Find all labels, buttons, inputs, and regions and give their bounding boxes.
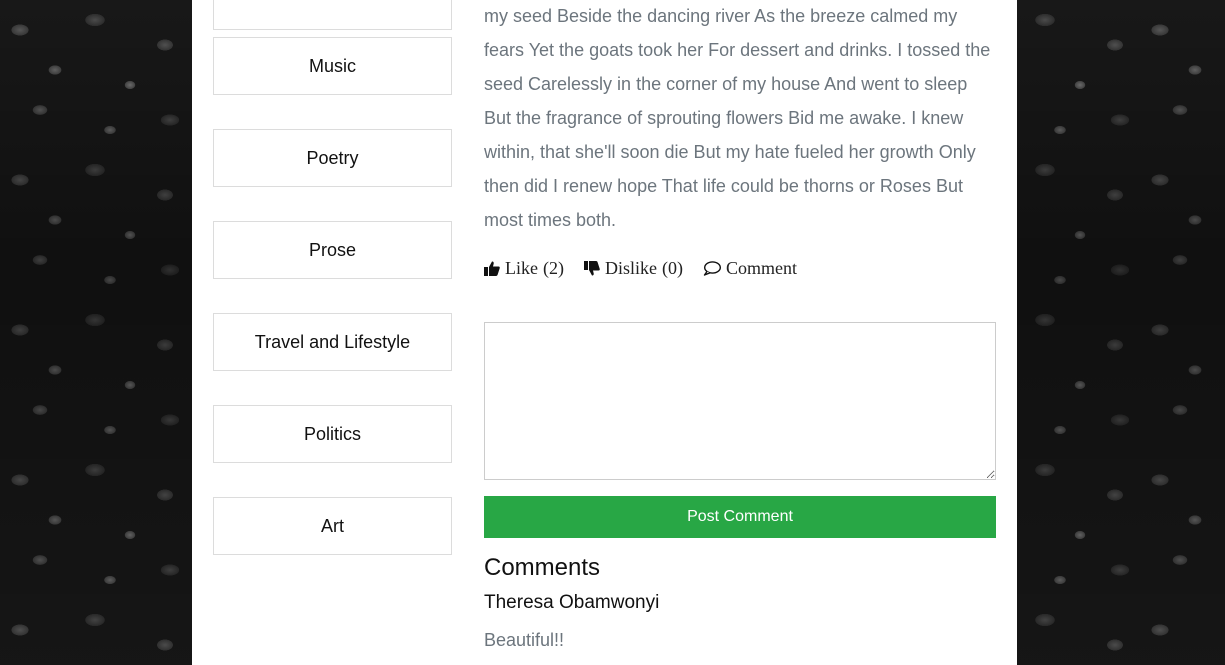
category-prose[interactable]: Prose [213,221,452,279]
content-panel: Music Poetry Prose Travel and Lifestyle … [192,0,1017,665]
category-label: Travel and Lifestyle [254,331,411,352]
category-politics[interactable]: Politics [213,405,452,463]
article-text: my seed Beside the dancing river As the … [484,6,991,230]
category-poetry[interactable]: Poetry [213,129,452,187]
category-label: Poetry [306,147,359,168]
comment-button[interactable]: Comment [703,258,797,279]
category-label: Politics [303,423,361,444]
comments-heading: Comments [484,554,601,581]
comment-author: Theresa Obamwonyi [484,592,660,613]
category-label: Art [320,515,344,536]
category-label: Prose [308,239,357,260]
speech-bubble-icon [703,261,721,276]
category-music[interactable]: Music [213,37,452,95]
thumbs-down-icon [584,261,600,276]
category-travel-and-lifestyle[interactable]: Travel and Lifestyle [213,313,452,371]
like-count: (2) [543,258,564,278]
dislike-label: Dislike [605,258,657,278]
category-art[interactable]: Art [213,497,452,555]
comment-textarea[interactable] [484,322,996,480]
category-label: Music [308,55,356,76]
dislike-button[interactable]: Dislike (0) [584,258,683,279]
like-button[interactable]: Like (2) [484,258,564,279]
like-label: Like [505,258,538,278]
thumbs-up-icon [484,261,500,276]
post-comment-button[interactable]: Post Comment [484,496,996,538]
dislike-count: (0) [662,258,683,278]
comment-text: Beautiful!! [484,630,565,650]
article-body: my seed Beside the dancing river As the … [484,0,996,238]
post-actions: Like (2) Dislike (0) Comment [484,258,797,279]
category-item-partial[interactable] [213,0,452,30]
comment-label: Comment [726,258,797,278]
